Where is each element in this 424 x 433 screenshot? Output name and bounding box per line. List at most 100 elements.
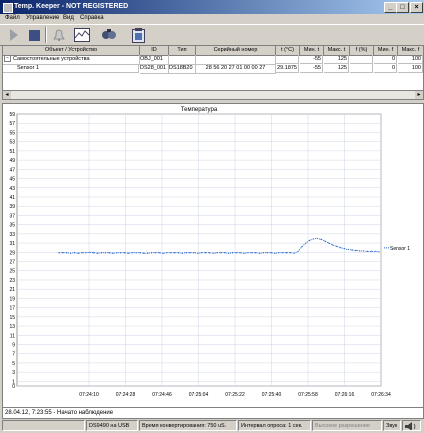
data-point (370, 250, 372, 252)
bell-icon (53, 29, 65, 41)
data-point (158, 252, 160, 254)
x-tick-label: 07:26:34 (371, 392, 391, 398)
data-point (243, 252, 245, 254)
data-point (193, 252, 195, 254)
y-tick-label: 5 (12, 361, 15, 367)
data-point (355, 249, 357, 252)
y-tick-label: 17 (9, 306, 15, 312)
data-point (150, 252, 153, 254)
data-point (69, 252, 72, 254)
maximize-button[interactable]: □ (396, 2, 409, 13)
app-window: Temp. Keeper - NOT REGISTERED _ □ × Файл… (0, 0, 424, 433)
temperature-chart: Температура 0 1 3 5 7 9 11 13 15 17 19 21 23 25 27 29 31 3… (2, 103, 424, 408)
data-point (312, 238, 315, 240)
data-point (366, 250, 369, 252)
data-point (104, 252, 106, 254)
app-icon (3, 3, 13, 13)
data-point (235, 252, 237, 254)
stop-button[interactable] (26, 27, 42, 43)
devices-table: Объект / Устройство ID Тип Серийный номе… (2, 45, 424, 91)
menu-view[interactable]: Вид (63, 15, 74, 21)
y-tick-label: 41 (9, 195, 15, 201)
graph-icon (74, 28, 90, 42)
y-tick-label: 11 (10, 333, 15, 339)
row-tmax: 125 (324, 55, 349, 64)
data-point (208, 252, 210, 254)
toolbar-separator (45, 27, 47, 43)
table-row[interactable]: − Самостоятельные устройства OBJ_001 -55 … (3, 55, 423, 65)
data-point (216, 252, 218, 254)
data-point (293, 252, 295, 254)
data-point (274, 252, 276, 254)
row-fmin: 0 (374, 64, 397, 73)
data-point (127, 252, 129, 254)
y-tick-label: 1 (12, 379, 15, 385)
data-point (108, 252, 110, 254)
data-point (185, 252, 187, 254)
scroll-right-icon[interactable]: ▸ (415, 91, 423, 99)
menu-help[interactable]: Справка (80, 15, 104, 21)
data-point (174, 252, 176, 254)
data-point (89, 251, 91, 253)
data-point (212, 252, 214, 254)
data-point (224, 252, 226, 254)
row-tmin: -55 (300, 55, 323, 64)
y-tick-label: 57 (9, 121, 15, 127)
window-title: Temp. Keeper - NOT REGISTERED (14, 3, 129, 10)
data-point (316, 237, 318, 240)
status-sound[interactable]: Звук (383, 420, 401, 431)
data-point (343, 248, 345, 250)
data-point (347, 248, 349, 251)
data-point (328, 242, 330, 244)
report-button[interactable] (130, 27, 146, 43)
data-point (351, 249, 353, 251)
menu-file[interactable]: Файл (5, 15, 20, 21)
close-button[interactable]: × (410, 2, 423, 13)
data-point (231, 252, 234, 254)
y-tick-label: 43 (9, 186, 15, 192)
y-tick-label: 45 (9, 177, 15, 183)
data-point (131, 252, 133, 254)
data-point (166, 252, 168, 254)
sensors-button[interactable] (101, 27, 117, 43)
data-point (96, 252, 99, 254)
x-tick-label: 07:24:10 (79, 392, 99, 398)
y-tick-label: 19 (9, 296, 15, 302)
x-tick-label: 07:26:16 (335, 392, 355, 398)
status-sound-indicator[interactable] (402, 420, 421, 431)
data-point (143, 252, 145, 254)
row-serial: 28 56 20 27 01 00 00 27 (196, 64, 276, 74)
data-point (139, 252, 141, 254)
row-fmin: 0 (374, 55, 397, 64)
table-row[interactable]: Sensor 1 DS28_001 DS18B20 28 56 20 27 01… (3, 64, 423, 74)
data-point (324, 240, 326, 242)
horizontal-scrollbar[interactable]: ◂ ▸ (2, 90, 424, 100)
y-tick-label: 39 (9, 204, 15, 210)
y-tick-label: 9 (12, 343, 15, 349)
y-tick-label: 55 (9, 130, 15, 136)
splitter[interactable] (0, 100, 424, 102)
data-point (247, 252, 249, 254)
scroll-left-icon[interactable]: ◂ (3, 91, 11, 99)
chart-svg: Температура01357911131517192123252729313… (9, 107, 410, 398)
data-point (255, 252, 257, 254)
data-point (73, 252, 76, 254)
y-tick-label: 47 (9, 167, 15, 173)
y-tick-label: 25 (9, 269, 15, 275)
row-tmin: -55 (300, 64, 323, 73)
data-point (309, 239, 311, 241)
status-spacer (2, 420, 85, 431)
status-conversion: Время конвертирования: 750 uS. (139, 420, 237, 431)
play-button[interactable] (6, 27, 22, 43)
menu-bar: Файл Управление Вид Справка (0, 14, 424, 24)
title-bar: Temp. Keeper - NOT REGISTERED _ □ × (0, 0, 424, 14)
y-tick-label: 37 (9, 213, 15, 219)
chart-button[interactable] (74, 27, 90, 43)
menu-control[interactable]: Управление (26, 15, 59, 21)
row-tmax: 125 (324, 64, 349, 73)
data-point (305, 242, 307, 244)
x-tick-label: 07:25:04 (189, 392, 209, 398)
alarm-button[interactable] (51, 27, 67, 43)
collapse-icon[interactable]: − (4, 55, 11, 63)
y-tick-label: 31 (9, 241, 15, 247)
